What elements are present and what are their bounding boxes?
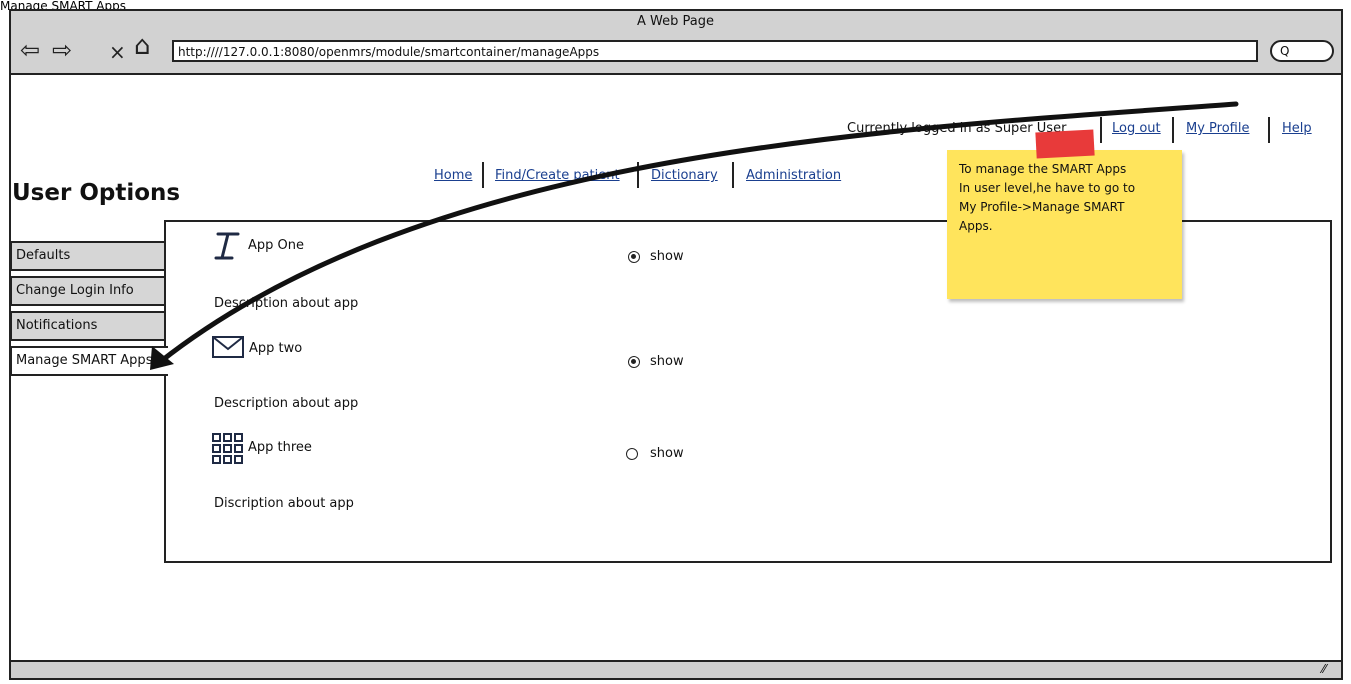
resize-grip-icon[interactable]: ⁄⁄: [1322, 662, 1326, 676]
annotation-arrow: [150, 101, 1239, 370]
browser-status-bar: [11, 660, 1341, 678]
